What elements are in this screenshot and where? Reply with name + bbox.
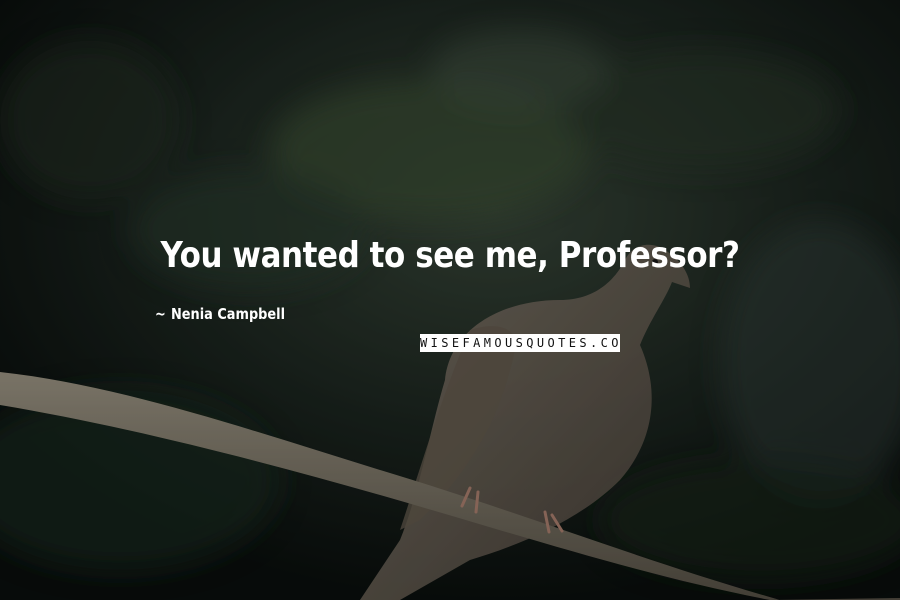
author-name: Nenia Campbell	[170, 305, 286, 323]
quote-card: You wanted to see me, Professor? ~ Nenia …	[0, 0, 900, 600]
watermark: WISEFAMOUSQUOTES.COM	[420, 334, 620, 352]
quote-author: ~ Nenia Campbell	[155, 305, 285, 323]
author-prefix: ~	[155, 305, 166, 323]
darken-overlay	[0, 0, 900, 600]
quote-text: You wanted to see me, Professor?	[160, 235, 740, 276]
background-photo	[0, 0, 900, 600]
